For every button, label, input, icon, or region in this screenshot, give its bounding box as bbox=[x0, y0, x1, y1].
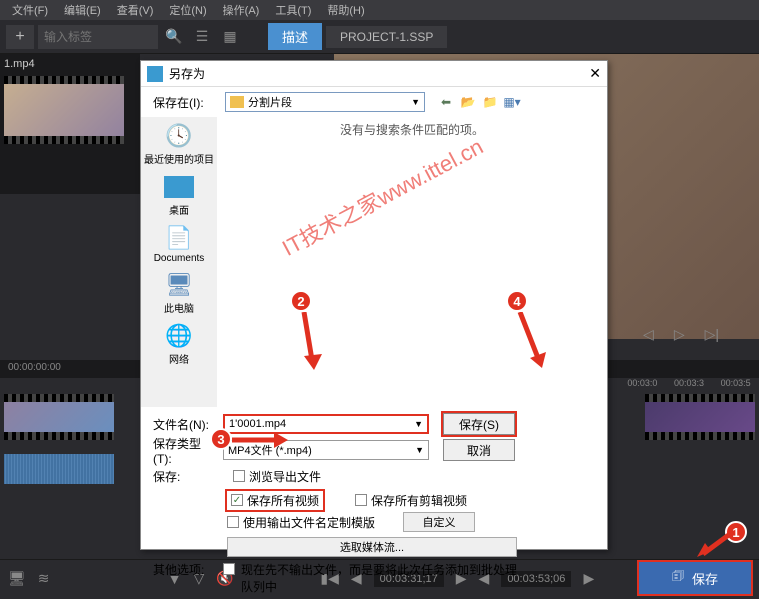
folder-icon bbox=[230, 96, 244, 108]
clip-label: 1.mp4 bbox=[0, 54, 140, 74]
checkbox-save-clips-label: 保存所有剪辑视频 bbox=[371, 492, 467, 509]
save-label: 保存: bbox=[153, 468, 217, 485]
annotation-badge-3: 3 bbox=[210, 428, 232, 450]
annotation-badge-1: 1 bbox=[725, 521, 747, 543]
sound-icon[interactable]: ≋ bbox=[38, 570, 50, 587]
list-icon[interactable]: ☰ bbox=[190, 25, 214, 49]
save-button[interactable]: 🗊 保存 bbox=[639, 562, 751, 594]
checkbox-save-all-video[interactable]: ✓ bbox=[231, 494, 243, 506]
checkbox-output-template[interactable] bbox=[227, 516, 239, 528]
clip-thumbnail[interactable] bbox=[4, 76, 124, 144]
dialog-title: 另存为 bbox=[169, 65, 205, 82]
custom-button[interactable]: 自定义 bbox=[403, 512, 475, 532]
new-folder-icon[interactable]: 📁 bbox=[481, 93, 499, 111]
dialog-cancel-button[interactable]: 取消 bbox=[443, 439, 515, 461]
search-icon[interactable]: 🔍 bbox=[162, 25, 186, 49]
back-nav-icon[interactable]: ⬅ bbox=[437, 93, 455, 111]
prev-button[interactable]: ◁ bbox=[643, 326, 654, 343]
save-icon: 🗊 bbox=[672, 567, 684, 589]
sidebar-desktop[interactable]: 桌面 bbox=[163, 174, 195, 217]
menu-help[interactable]: 帮助(H) bbox=[319, 2, 372, 18]
network-icon: 🌐 bbox=[163, 323, 195, 349]
filetype-label: 保存类型(T): bbox=[153, 435, 217, 466]
desktop-icon bbox=[163, 174, 195, 200]
track-clip[interactable] bbox=[4, 394, 114, 440]
toolbar: + 🔍 ☰ ▦ 描述 PROJECT-1.SSP bbox=[0, 20, 759, 54]
menu-locate[interactable]: 定位(N) bbox=[161, 2, 214, 18]
filename-input[interactable]: 1'0001.mp4▼ bbox=[223, 414, 429, 434]
checkbox-batch[interactable] bbox=[223, 563, 235, 575]
monitor-icon[interactable]: 🖥 bbox=[8, 570, 26, 587]
places-sidebar: 🕓最近使用的项目 桌面 📄Documents 🖥此电脑 🌐网络 bbox=[141, 117, 217, 407]
documents-icon: 📄 bbox=[163, 225, 195, 251]
sidebar-pc[interactable]: 🖥此电脑 bbox=[163, 272, 195, 315]
folder-select[interactable]: 分割片段 ▼ bbox=[225, 92, 425, 112]
checkbox-browse-export[interactable] bbox=[233, 470, 245, 482]
save-in-label: 保存在(I): bbox=[153, 94, 217, 111]
checkbox-browse-export-label: 浏览导出文件 bbox=[249, 468, 321, 485]
sidebar-network[interactable]: 🌐网络 bbox=[163, 323, 195, 366]
play-button[interactable]: ▷ bbox=[674, 326, 685, 343]
filename-label: 文件名(N): bbox=[153, 416, 217, 433]
audio-track[interactable] bbox=[4, 454, 114, 484]
other-options-label: 其他选项: bbox=[153, 561, 217, 578]
select-media-button[interactable]: 选取媒体流... bbox=[227, 537, 517, 557]
menubar: 文件(F) 编辑(E) 查看(V) 定位(N) 操作(A) 工具(T) 帮助(H… bbox=[0, 0, 759, 20]
checkbox-output-template-label: 使用输出文件名定制模版 bbox=[243, 514, 375, 531]
checkbox-batch-label: 现在先不输出文件，而是要将此次任务添加到批处理队列中 bbox=[241, 561, 521, 595]
save-as-dialog: 另存为 ✕ 保存在(I): 分割片段 ▼ ⬅ 📂 📁 ▦▾ 🕓最近使用的项目 桌… bbox=[140, 60, 608, 550]
timeline-ruler-right: 00:03:000:03:300:03:5 bbox=[619, 378, 759, 392]
menu-file[interactable]: 文件(F) bbox=[4, 2, 56, 18]
dialog-titlebar: 另存为 ✕ bbox=[141, 61, 607, 87]
menu-edit[interactable]: 编辑(E) bbox=[56, 2, 109, 18]
menu-operate[interactable]: 操作(A) bbox=[215, 2, 268, 18]
annotation-badge-2: 2 bbox=[290, 290, 312, 312]
grid-icon[interactable]: ▦ bbox=[218, 25, 242, 49]
checkbox-save-all-video-label: 保存所有视频 bbox=[247, 492, 319, 509]
dialog-save-button[interactable]: 保存(S) bbox=[443, 413, 515, 435]
pc-icon: 🖥 bbox=[163, 272, 195, 298]
sidebar-recent[interactable]: 🕓最近使用的项目 bbox=[144, 123, 214, 166]
up-folder-icon[interactable]: 📂 bbox=[459, 93, 477, 111]
menu-tools[interactable]: 工具(T) bbox=[267, 2, 319, 18]
add-button[interactable]: + bbox=[6, 25, 34, 49]
media-panel: 1.mp4 bbox=[0, 54, 140, 194]
chevron-down-icon: ▼ bbox=[414, 419, 423, 429]
tag-input[interactable] bbox=[38, 25, 158, 49]
next-button[interactable]: ▷| bbox=[705, 326, 719, 343]
annotation-badge-4: 4 bbox=[506, 290, 528, 312]
chevron-down-icon: ▼ bbox=[411, 97, 420, 107]
recent-icon: 🕓 bbox=[163, 123, 195, 149]
track-clip[interactable] bbox=[645, 394, 755, 440]
tab-project[interactable]: PROJECT-1.SSP bbox=[326, 26, 447, 48]
filetype-select[interactable]: MP4文件 (*.mp4)▼ bbox=[223, 440, 429, 460]
menu-view[interactable]: 查看(V) bbox=[109, 2, 162, 18]
chevron-down-icon: ▼ bbox=[415, 445, 424, 455]
checkbox-save-clips[interactable] bbox=[355, 494, 367, 506]
tab-describe[interactable]: 描述 bbox=[268, 23, 322, 50]
view-menu-icon[interactable]: ▦▾ bbox=[503, 93, 521, 111]
close-icon[interactable]: ✕ bbox=[589, 65, 601, 82]
app-icon bbox=[147, 66, 163, 82]
sidebar-documents[interactable]: 📄Documents bbox=[154, 225, 205, 264]
